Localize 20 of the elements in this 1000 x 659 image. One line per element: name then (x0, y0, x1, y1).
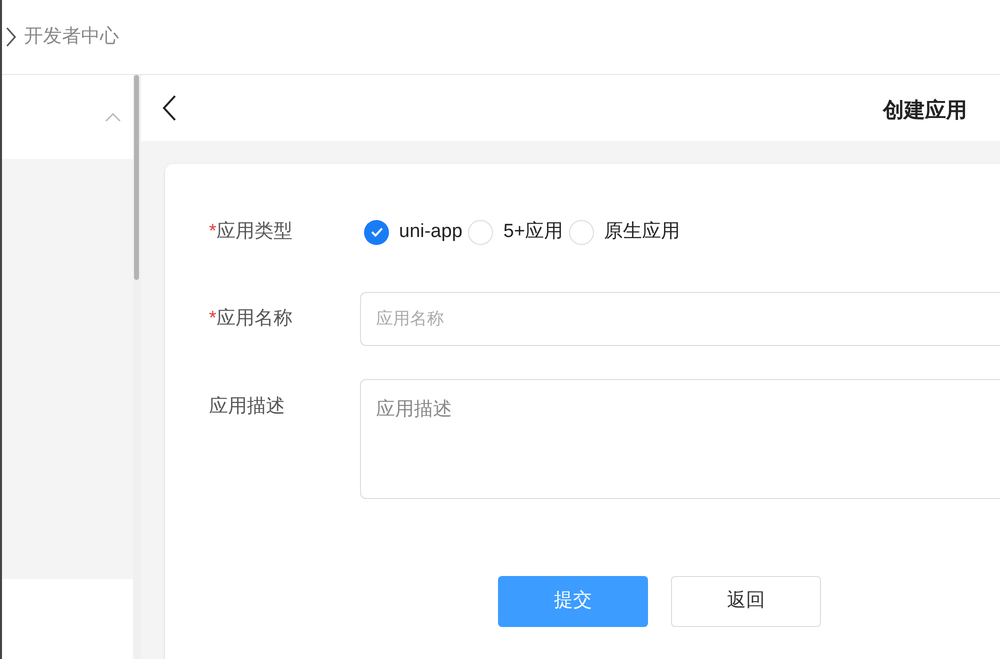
input-field[interactable]: 应用名称 (360, 292, 1000, 346)
back-button[interactable]: 返回 (671, 576, 821, 627)
required-mark: * (209, 307, 216, 331)
radio-button[interactable] (569, 220, 594, 244)
required-mark: * (209, 220, 216, 244)
chevron-right-icon[interactable] (6, 27, 16, 47)
back-icon[interactable] (161, 94, 177, 122)
radio-checked-icon[interactable] (364, 220, 389, 244)
radio-option[interactable]: 5+应用 (468, 218, 564, 246)
scrollbar-thumb[interactable] (134, 75, 139, 280)
chevron-up-icon[interactable] (105, 112, 121, 122)
radio-button[interactable] (468, 220, 494, 244)
page-title: 创建应用 (883, 98, 967, 124)
field-label: 应用描述 (209, 395, 285, 419)
field-label: 应用类型 (216, 220, 292, 244)
radio-option[interactable]: uni-app (364, 218, 462, 246)
textarea-field[interactable]: 应用描述 (360, 379, 1000, 499)
radio-option[interactable]: 原生应用 (569, 218, 680, 246)
breadcrumb-link[interactable]: 开发者中心 (24, 22, 119, 52)
field-label: 应用名称 (216, 307, 292, 331)
